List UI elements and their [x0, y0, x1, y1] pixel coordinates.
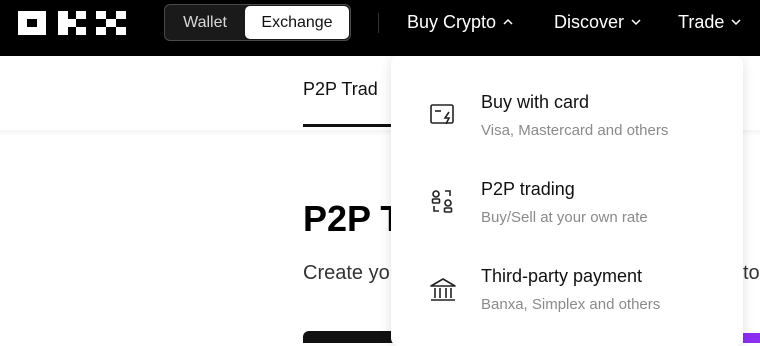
- okx-logo[interactable]: [18, 7, 130, 39]
- okx-logo-icon: [18, 11, 126, 35]
- top-navigation-bar: Wallet Exchange Buy Crypto Discover Trad…: [0, 0, 760, 56]
- divider: [378, 13, 379, 33]
- p2p-people-icon: [431, 190, 453, 213]
- menu-item-buy-with-card[interactable]: Buy with card Visa, Mastercard and other…: [391, 80, 743, 160]
- menu-item-title: Buy with card: [481, 92, 590, 112]
- card-lightning-icon: [430, 104, 454, 125]
- exchange-tab[interactable]: Exchange: [245, 6, 349, 39]
- accent-button[interactable]: [743, 333, 760, 343]
- page-subtitle-tail: to: [743, 262, 760, 284]
- tab-p2p-trading[interactable]: P2P Trad: [303, 79, 378, 100]
- wallet-exchange-switch: Wallet Exchange: [164, 4, 351, 41]
- buy-crypto-dropdown: Buy with card Visa, Mastercard and other…: [391, 56, 743, 346]
- menu-item-description: Banxa, Simplex and others: [481, 296, 661, 313]
- nav-trade-label: Trade: [678, 11, 725, 32]
- wallet-tab[interactable]: Wallet: [165, 5, 245, 40]
- menu-item-description: Visa, Mastercard and others: [481, 122, 669, 139]
- page-subtitle: Create yo: [303, 262, 390, 284]
- menu-item-third-party-payment[interactable]: Third-party payment Banxa, Simplex and o…: [391, 254, 743, 334]
- nav-discover-label: Discover: [554, 11, 625, 32]
- nav-trade[interactable]: Trade: [678, 0, 742, 44]
- menu-item-title: P2P trading: [481, 179, 575, 199]
- nav-buy-crypto-label: Buy Crypto: [407, 11, 497, 32]
- menu-item-description: Buy/Sell at your own rate: [481, 209, 648, 226]
- bank-icon: [430, 278, 456, 301]
- page-title: P2P T: [303, 198, 403, 239]
- menu-item-title: Third-party payment: [481, 266, 643, 286]
- nav-discover[interactable]: Discover: [554, 0, 642, 44]
- chevron-up-icon: [503, 18, 513, 25]
- primary-button[interactable]: [303, 331, 393, 343]
- chevron-down-icon: [631, 19, 641, 26]
- menu-item-p2p-trading[interactable]: P2P trading Buy/Sell at your own rate: [391, 167, 743, 247]
- nav-buy-crypto[interactable]: Buy Crypto: [407, 0, 514, 44]
- chevron-down-icon: [731, 19, 741, 26]
